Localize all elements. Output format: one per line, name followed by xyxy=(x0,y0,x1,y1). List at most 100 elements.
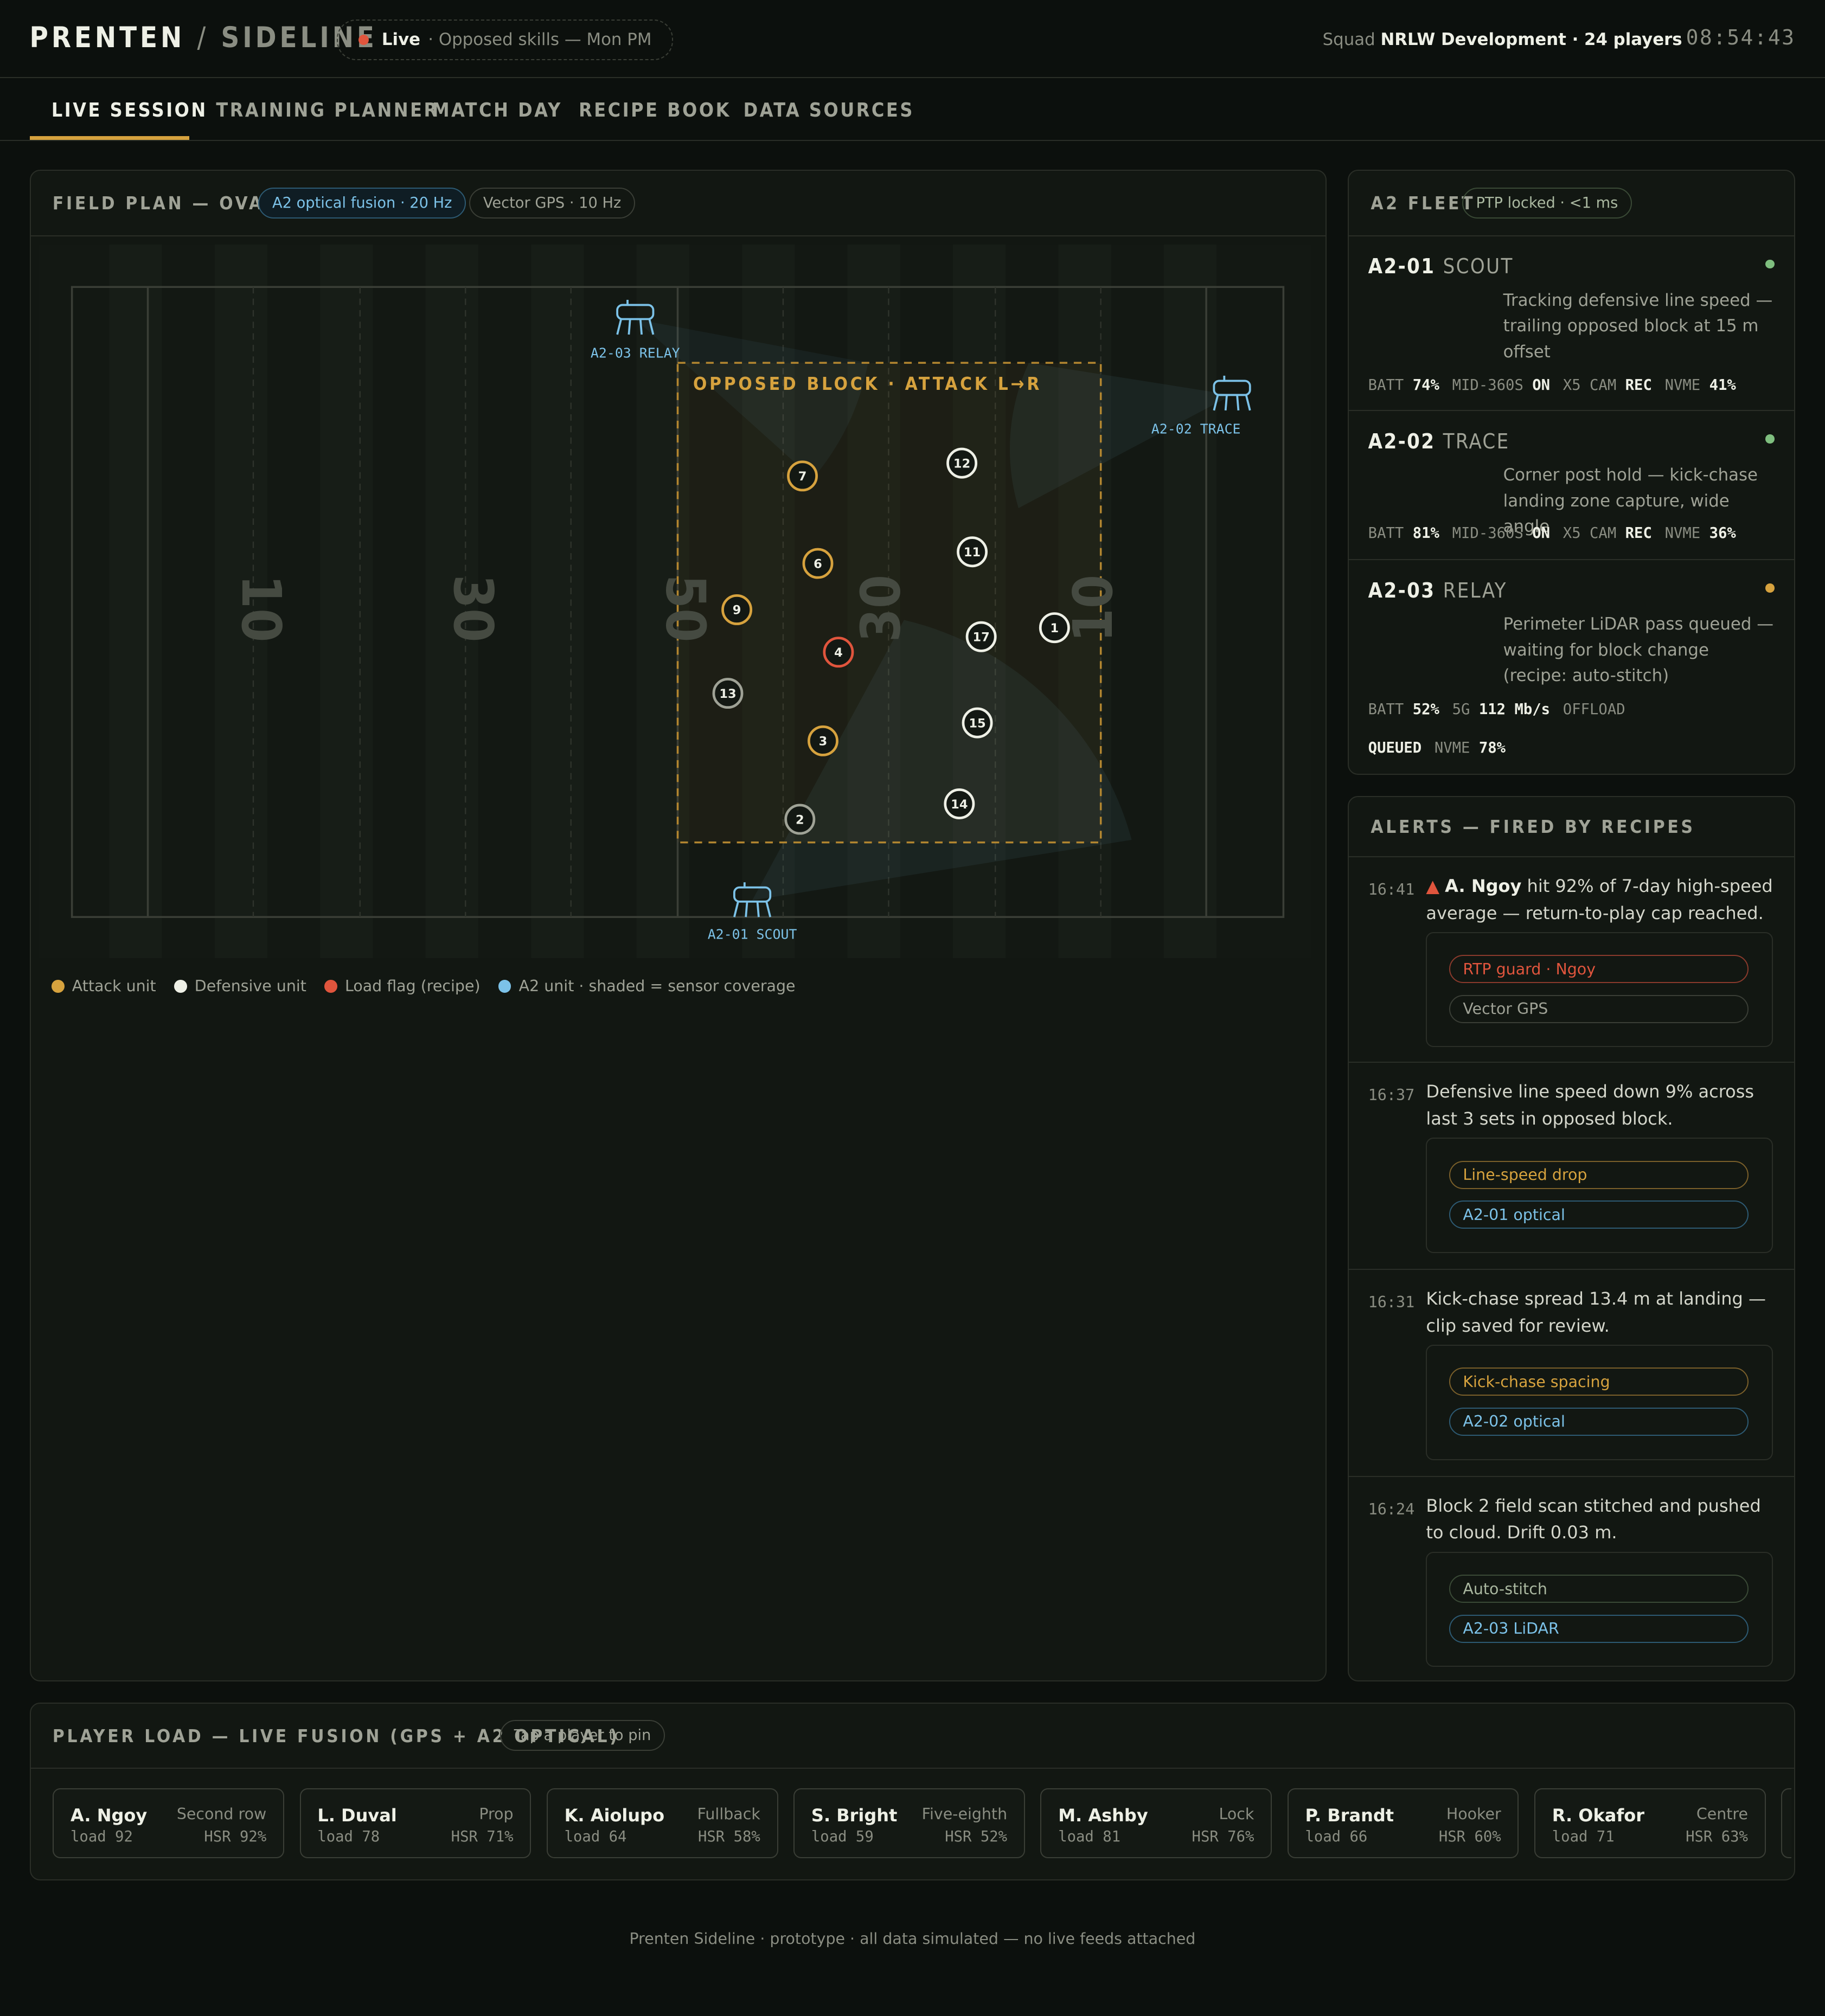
source-tag[interactable]: A2-02 optical xyxy=(1449,1407,1749,1436)
tab-match-day[interactable]: MATCH DAY xyxy=(432,99,562,121)
alert-tags: RTP guard · Ngoy Vector GPS xyxy=(1426,932,1773,1048)
yard-number-10-left: 10 xyxy=(229,574,292,642)
player-marker-12[interactable]: 12 xyxy=(946,447,978,479)
a2-01-label: A2-01 SCOUT xyxy=(708,926,797,942)
unit-id: A2-01 xyxy=(1368,254,1436,279)
player-card-strip[interactable]: A. Ngoy Second row load 92 HSR 92% L. Duval P… xyxy=(31,1774,1792,1877)
squad-info: Squad NRLW Development · 24 players xyxy=(1323,30,1682,49)
tab-training-planner[interactable]: TRAINING PLANNER xyxy=(216,99,439,121)
stat-label: X5 CAM xyxy=(1563,377,1617,394)
status-dot-icon xyxy=(1765,583,1775,593)
brand-logo[interactable]: PRENTEN / SIDELINE xyxy=(30,22,377,54)
stat-value: 112 Mb/s xyxy=(1478,701,1551,718)
warning-triangle-icon: ▲ xyxy=(1426,875,1439,896)
legend-attack: Attack unit xyxy=(51,977,156,996)
fleet-unit-a2-03[interactable]: A2-03 RELAY Perimeter LiDAR pass queued … xyxy=(1349,561,1794,773)
defense-dot-icon xyxy=(174,979,187,993)
legend-attack-label: Attack unit xyxy=(72,977,156,996)
player-hsr: HSR 60% xyxy=(1438,1828,1501,1845)
alert-text: ▲ A. Ngoy hit 92% of 7-day high-speed av… xyxy=(1426,873,1773,927)
player-load: load 81 xyxy=(1058,1828,1121,1845)
player-load: load 71 xyxy=(1552,1828,1615,1845)
player-number: 15 xyxy=(969,716,985,730)
unit-id: A2-03 xyxy=(1368,578,1436,602)
player-marker-13[interactable]: 13 xyxy=(712,677,744,709)
ptp-chip[interactable]: PTP locked · <1 ms xyxy=(1462,187,1632,219)
source-tag[interactable]: A2-03 LiDAR xyxy=(1449,1614,1749,1643)
status-dot-icon xyxy=(1765,434,1775,444)
player-marker-17[interactable]: 17 xyxy=(965,621,997,652)
yard-number-50: 50 xyxy=(654,574,716,642)
alert-message: Defensive line speed down 9% across last… xyxy=(1426,1081,1754,1129)
player-marker-4[interactable]: 4 xyxy=(823,636,854,667)
recipe-tag[interactable]: Line-speed drop xyxy=(1449,1160,1749,1189)
player-marker-14[interactable]: 14 xyxy=(944,788,975,819)
player-marker-1[interactable]: 1 xyxy=(1039,612,1070,643)
alert-tags: Kick-chase spacing A2-02 optical xyxy=(1426,1344,1773,1460)
tab-live-session[interactable]: LIVE SESSION xyxy=(52,99,208,121)
player-name: S. Bright xyxy=(811,1805,898,1826)
gps-chip[interactable]: Vector GPS · 10 Hz xyxy=(469,187,636,219)
footer-text: Prenten Sideline · prototype · all data … xyxy=(629,1930,1196,1948)
recipe-tag[interactable]: Auto-stitch xyxy=(1449,1575,1749,1603)
alert-message: Kick-chase spread 13.4 m at landing — cl… xyxy=(1426,1288,1766,1336)
alert-item[interactable]: 16:31 Kick-chase spread 13.4 m at landin… xyxy=(1349,1270,1794,1477)
tab-recipe-book[interactable]: RECIPE BOOK xyxy=(579,99,731,121)
player-marker-11[interactable]: 11 xyxy=(957,536,988,567)
pin-hint-chip[interactable]: Tap a player to pin xyxy=(500,1720,665,1751)
stat-value: REC xyxy=(1625,525,1652,542)
stat-label: BATT xyxy=(1368,377,1404,394)
tab-data-sources[interactable]: DATA SOURCES xyxy=(744,99,914,121)
player-hsr: HSR 71% xyxy=(451,1828,514,1845)
player-name: L. Duval xyxy=(317,1805,397,1826)
player-card-overflow[interactable] xyxy=(1781,1788,1792,1858)
yard-number-30-right: 30 xyxy=(850,574,913,642)
player-hsr: HSR 92% xyxy=(204,1828,267,1845)
source-tag[interactable]: A2-01 optical xyxy=(1449,1200,1749,1229)
player-number: 4 xyxy=(834,646,843,660)
player-card[interactable]: A. Ngoy Second row load 92 HSR 92% xyxy=(53,1788,285,1858)
player-position: Fullback xyxy=(697,1805,760,1823)
player-card[interactable]: R. Okafor Centre load 71 HSR 63% xyxy=(1534,1788,1766,1858)
player-card[interactable]: L. Duval Prop load 78 HSR 71% xyxy=(299,1788,532,1858)
stat-value: 81% xyxy=(1412,525,1439,542)
stat-label: BATT xyxy=(1368,701,1404,718)
fleet-unit-a2-01[interactable]: A2-01 SCOUT Tracking defensive line spee… xyxy=(1349,236,1794,412)
player-card[interactable]: M. Ashby Lock load 81 HSR 76% xyxy=(1040,1788,1272,1858)
source-tag[interactable]: Vector GPS xyxy=(1449,994,1749,1023)
player-marker-3[interactable]: 3 xyxy=(808,725,839,756)
stat-label: NVME xyxy=(1434,740,1470,757)
alert-item[interactable]: 16:37 Defensive line speed down 9% acros… xyxy=(1349,1063,1794,1270)
player-marker-9[interactable]: 9 xyxy=(721,594,753,625)
player-card[interactable]: S. Bright Five-eighth load 59 HSR 52% xyxy=(793,1788,1025,1858)
recipe-tag[interactable]: RTP guard · Ngoy xyxy=(1449,955,1749,984)
alert-time: 16:31 xyxy=(1368,1293,1415,1312)
player-number: 9 xyxy=(733,603,741,617)
fleet-unit-a2-02[interactable]: A2-02 TRACE Corner post hold — kick-chas… xyxy=(1349,411,1794,561)
alert-item[interactable]: 16:24 Block 2 field scan stitched and pu… xyxy=(1349,1477,1794,1679)
player-position: Lock xyxy=(1219,1805,1254,1823)
unit-role: SCOUT xyxy=(1443,254,1514,279)
field-map[interactable]: OPPOSED BLOCK · ATTACK L→R 10 30 50 30 1… xyxy=(39,244,1312,965)
player-card[interactable]: P. Brandt Hooker load 66 HSR 60% xyxy=(1287,1788,1519,1858)
recipe-tag[interactable]: Kick-chase spacing xyxy=(1449,1367,1749,1396)
fusion-chip[interactable]: A2 optical fusion · 20 Hz xyxy=(258,187,466,219)
alerts-header: ALERTS — FIRED BY RECIPES xyxy=(1349,797,1794,857)
alert-tags: Auto-stitch A2-03 LiDAR xyxy=(1426,1551,1773,1667)
player-marker-6[interactable]: 6 xyxy=(802,548,834,579)
alert-item[interactable]: 16:41 ▲ A. Ngoy hit 92% of 7-day high-sp… xyxy=(1349,857,1794,1063)
alerts-panel: ALERTS — FIRED BY RECIPES 16:41 ▲ A. Ngo… xyxy=(1348,795,1795,1681)
player-marker-2[interactable]: 2 xyxy=(784,804,816,834)
alert-player: A. Ngoy xyxy=(1445,875,1522,896)
player-position: Second row xyxy=(176,1805,267,1823)
field-legend: Attack unit Defensive unit Load flag (re… xyxy=(51,977,796,996)
yard-number-30-left: 30 xyxy=(441,574,504,642)
player-marker-7[interactable]: 7 xyxy=(787,460,818,491)
player-marker-15[interactable]: 15 xyxy=(962,707,993,739)
stat-label: MID-360S xyxy=(1452,377,1523,394)
live-session-pill[interactable]: Live · Opposed skills — Mon PM xyxy=(337,19,674,60)
player-card[interactable]: K. Aiolupo Fullback load 64 HSR 58% xyxy=(546,1788,778,1858)
unit-stats: BATT 52% 5G 112 Mb/s OFFLOAD QUEUED NVME 78… xyxy=(1368,690,1690,767)
stat-value: ON xyxy=(1532,525,1551,542)
legend-unit-label: A2 unit · shaded = sensor coverage xyxy=(518,977,796,996)
